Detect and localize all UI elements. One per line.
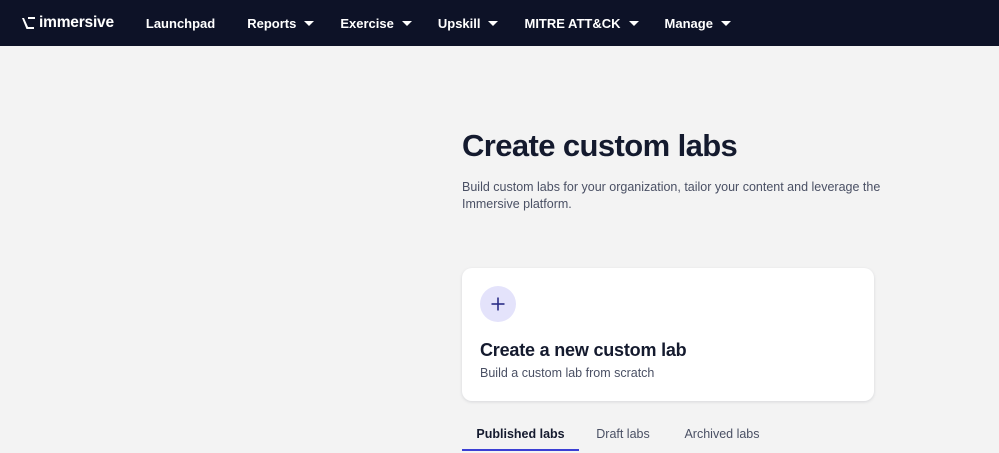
lab-tabs: Published labs Draft labs Archived labs: [462, 418, 892, 453]
tab-archived-labs[interactable]: Archived labs: [667, 418, 777, 450]
immersive-logo-icon: [22, 17, 35, 29]
card-title: Create a new custom lab: [480, 340, 687, 360]
nav-item-label: Exercise: [340, 15, 394, 31]
caret-down-icon: [628, 21, 639, 26]
nav-item-reports[interactable]: Reports: [247, 15, 315, 31]
nav-item-launchpad[interactable]: Launchpad: [146, 16, 215, 31]
tab-label: Archived labs: [684, 427, 760, 441]
caret-down-icon: [488, 21, 499, 26]
caret-down-icon: [720, 21, 731, 26]
nav-item-label: MITRE ATT&CK: [524, 15, 621, 31]
plus-icon-badge: [480, 286, 516, 322]
tab-label: Draft labs: [596, 427, 650, 441]
brand-name: immersive: [39, 14, 114, 31]
caret-down-icon: [304, 21, 315, 26]
nav-item-mitre-attack[interactable]: MITRE ATT&CK: [524, 15, 639, 31]
nav-item-exercise[interactable]: Exercise: [340, 16, 412, 31]
top-navigation-bar: immersive Launchpad Reports Exercise Ups…: [0, 0, 999, 46]
card-subtitle: Build a custom lab from scratch: [480, 366, 655, 380]
nav-item-label: Launchpad: [145, 15, 216, 31]
page-title: Create custom labs: [462, 128, 738, 163]
brand-logo[interactable]: immersive: [22, 14, 114, 32]
tab-label: Published labs: [476, 426, 565, 441]
nav-item-upskill[interactable]: Upskill: [438, 16, 499, 31]
plus-icon: [491, 297, 505, 311]
tab-draft-labs[interactable]: Draft labs: [579, 418, 667, 450]
nav-item-label: Manage: [664, 15, 713, 31]
main-content: Create custom labs Build custom labs for…: [462, 46, 892, 451]
nav-item-label: Reports: [247, 15, 297, 31]
page-description: Build custom labs for your organization,…: [462, 180, 881, 211]
create-new-lab-card[interactable]: Create a new custom lab Build a custom l…: [462, 268, 874, 401]
tab-published-labs[interactable]: Published labs: [462, 418, 579, 451]
nav-item-manage[interactable]: Manage: [665, 16, 731, 31]
caret-down-icon: [401, 21, 412, 26]
nav-item-label: Upskill: [437, 15, 481, 31]
